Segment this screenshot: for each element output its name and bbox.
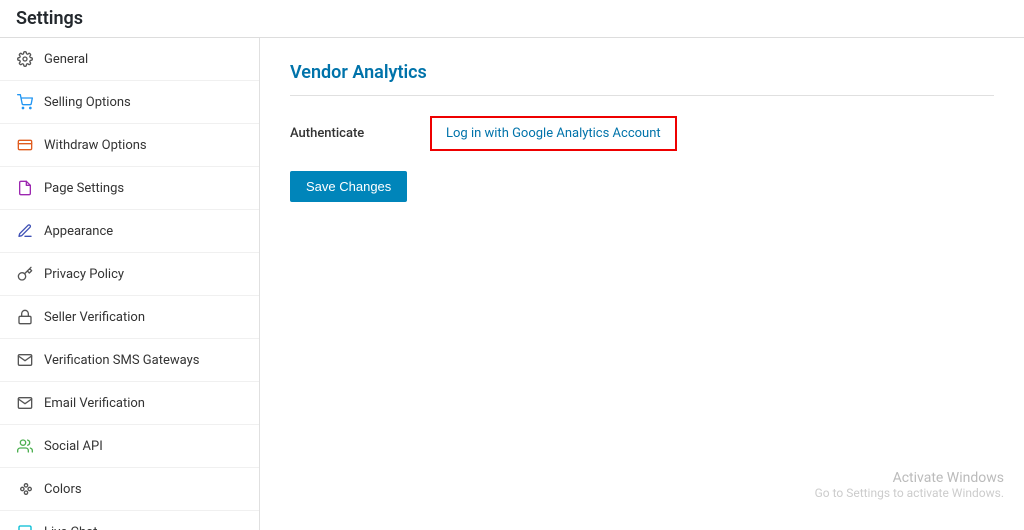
sidebar-label-email-verification: Email Verification [44,396,145,411]
sidebar-label-colors: Colors [44,482,82,497]
sidebar-item-verification-sms[interactable]: Verification SMS Gateways [0,339,259,382]
appearance-icon [16,222,34,240]
sidebar-label-live-chat: Live Chat [44,525,97,530]
sidebar-label-withdraw-options: Withdraw Options [44,138,147,153]
sidebar-label-social-api: Social API [44,439,103,454]
selling-options-icon [16,93,34,111]
authenticate-row: Authenticate Log in with Google Analytic… [290,116,994,151]
sidebar-item-general[interactable]: General [0,38,259,81]
sidebar-item-seller-verification[interactable]: Seller Verification [0,296,259,339]
sidebar-item-social-api[interactable]: Social API [0,425,259,468]
section-title: Vendor Analytics [290,62,994,96]
sidebar-item-colors[interactable]: Colors [0,468,259,511]
content-area: General Selling Options Withdraw Options Pa… [0,38,1024,530]
colors-icon [16,480,34,498]
watermark: Activate Windows Go to Settings to activ… [815,470,1004,500]
save-row: Save Changes [290,171,994,202]
sidebar-label-privacy-policy: Privacy Policy [44,267,124,282]
sidebar-item-email-verification[interactable]: Email Verification [0,382,259,425]
sidebar-label-seller-verification: Seller Verification [44,310,145,325]
sidebar-item-page-settings[interactable]: Page Settings [0,167,259,210]
sidebar-label-page-settings: Page Settings [44,181,124,196]
page-settings-icon [16,179,34,197]
sidebar: General Selling Options Withdraw Options Pa… [0,38,260,530]
sidebar-label-selling-options: Selling Options [44,95,131,110]
withdraw-options-icon [16,136,34,154]
save-changes-button[interactable]: Save Changes [290,171,407,202]
auth-link-box: Log in with Google Analytics Account [430,116,677,151]
live-chat-icon [16,523,34,530]
general-icon [16,50,34,68]
sidebar-item-appearance[interactable]: Appearance [0,210,259,253]
email-verification-icon [16,394,34,412]
sidebar-item-withdraw-options[interactable]: Withdraw Options [0,124,259,167]
sidebar-item-privacy-policy[interactable]: Privacy Policy [0,253,259,296]
page-wrapper: Settings General Selling Options Withdraw … [0,0,1024,530]
privacy-policy-icon [16,265,34,283]
social-api-icon [16,437,34,455]
main-content: Vendor Analytics Authenticate Log in wit… [260,38,1024,530]
page-title: Settings [16,8,83,29]
sidebar-label-general: General [44,52,88,67]
watermark-line1: Activate Windows [815,470,1004,486]
page-header: Settings [0,0,1024,38]
seller-verification-icon [16,308,34,326]
authenticate-label: Authenticate [290,126,410,141]
sidebar-label-appearance: Appearance [44,224,113,239]
sidebar-item-live-chat[interactable]: Live Chat [0,511,259,530]
verification-sms-icon [16,351,34,369]
sidebar-label-verification-sms: Verification SMS Gateways [44,353,199,368]
watermark-line2: Go to Settings to activate Windows. [815,486,1004,500]
google-analytics-link[interactable]: Log in with Google Analytics Account [446,126,661,141]
sidebar-item-selling-options[interactable]: Selling Options [0,81,259,124]
